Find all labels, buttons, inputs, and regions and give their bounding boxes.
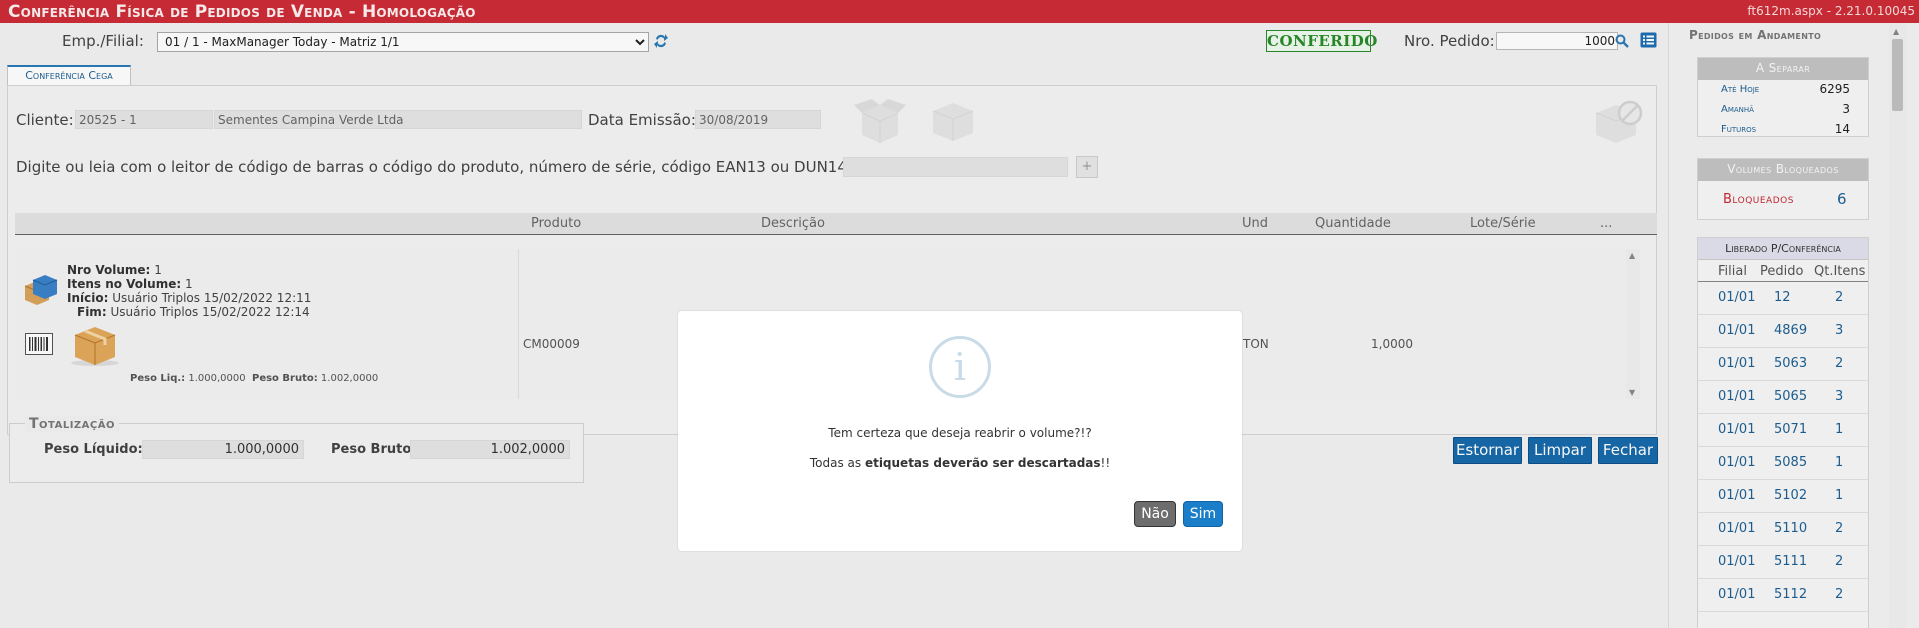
dialog-warning: Todas as etiquetas deverão ser descartad…: [678, 456, 1242, 470]
warn-bold: etiquetas deverão ser descartadas: [864, 456, 1101, 470]
dialog-question: Tem certeza que deseja reabrir o volume?…: [828, 426, 1092, 440]
info-icon: i: [929, 336, 991, 398]
sim-button[interactable]: Sim: [1183, 501, 1223, 527]
warn-prefix: Todas as: [809, 456, 865, 470]
page-title: Conferência Física de Pedidos de Venda -…: [8, 2, 476, 22]
title-bar: Conferência Física de Pedidos de Venda -…: [0, 0, 1919, 23]
version-label: ft612m.aspx - 2.21.0.10045: [1747, 4, 1915, 18]
confirm-dialog: i Tem certeza que deseja reabrir o volum…: [678, 311, 1242, 551]
nao-button[interactable]: Não: [1134, 501, 1176, 527]
warn-suffix: !!: [1100, 456, 1111, 470]
